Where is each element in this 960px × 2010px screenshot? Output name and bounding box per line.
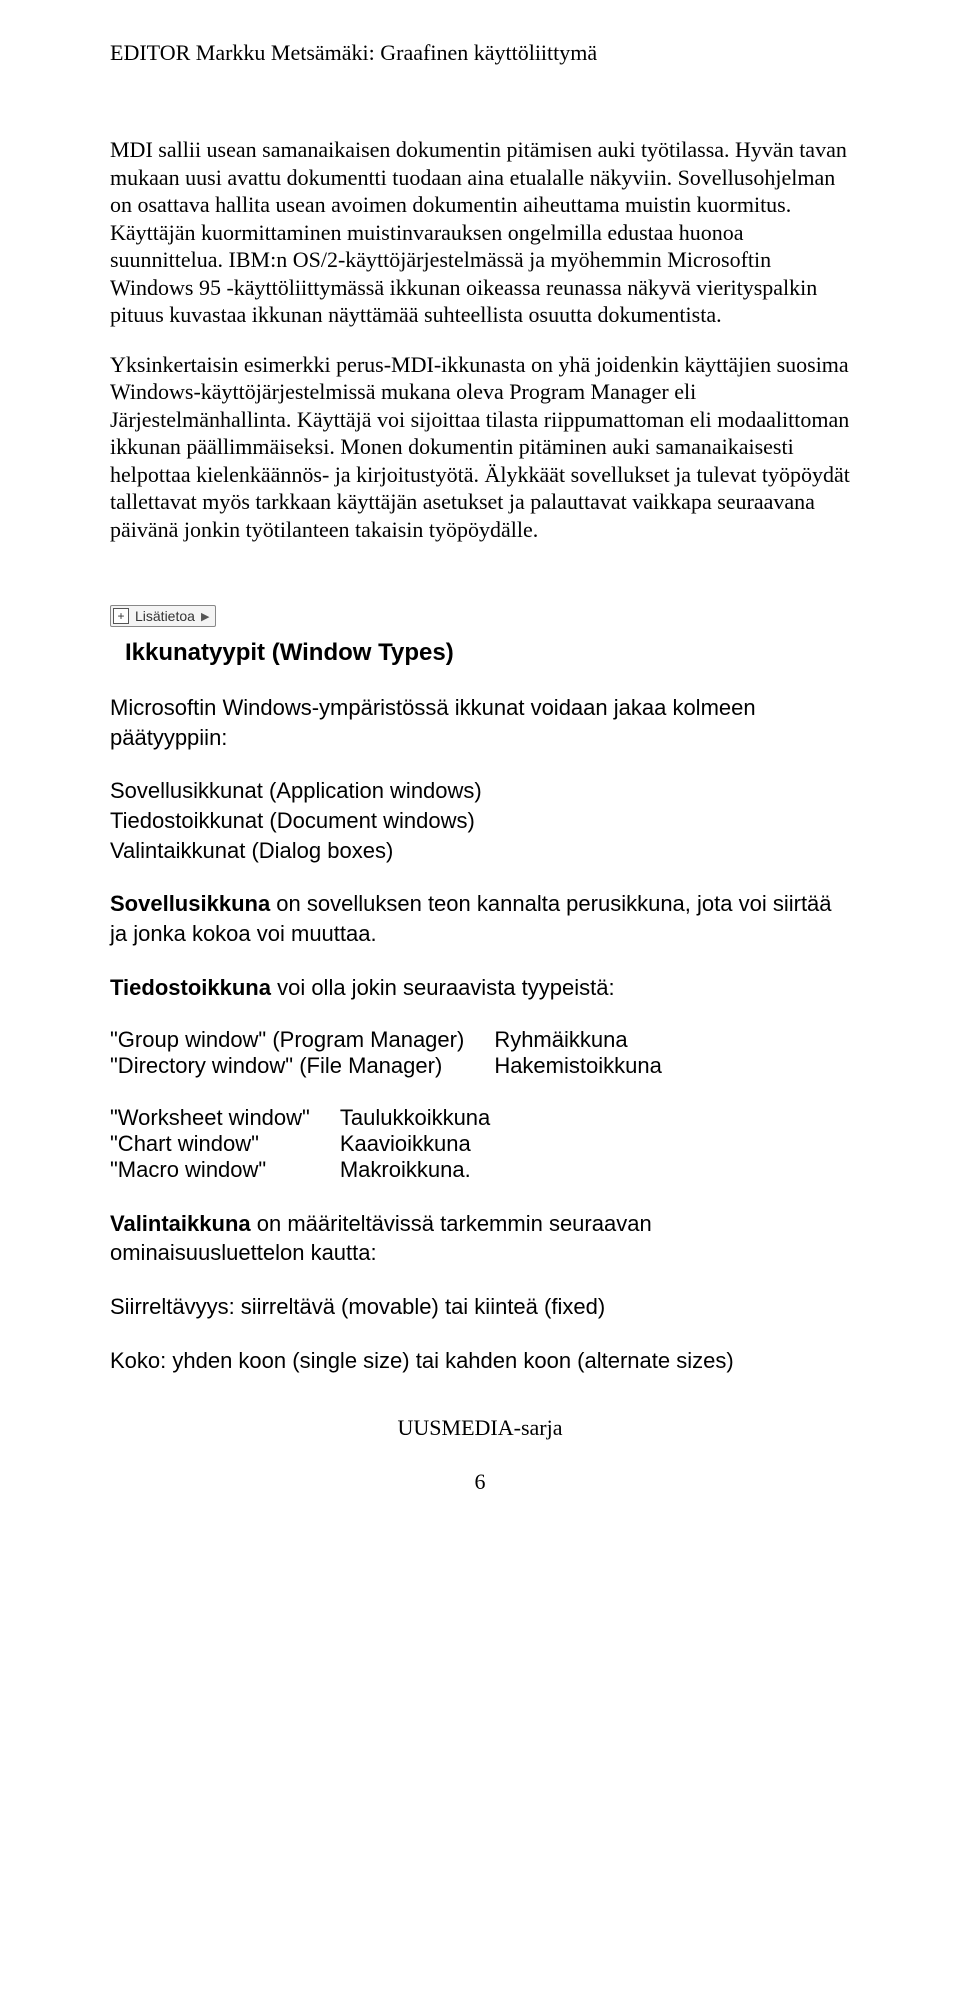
- paragraph-2: Yksinkertaisin esimerkki perus-MDI-ikkun…: [110, 351, 850, 544]
- type-en: "Macro window": [110, 1157, 340, 1183]
- term-rest: voi olla jokin seuraavista tyypeistä:: [271, 975, 615, 1000]
- property-movability: Siirreltävyys: siirreltävä (movable) tai…: [110, 1292, 850, 1322]
- table-row: "Macro window" Makroikkuna.: [110, 1157, 490, 1183]
- list-item: Valintaikkunat (Dialog boxes): [110, 836, 850, 866]
- term-bold: Tiedostoikkuna: [110, 975, 271, 1000]
- more-info-widget[interactable]: + Lisätietoa ▶: [110, 605, 216, 627]
- expand-icon: ▶: [201, 610, 209, 623]
- type-fi: Ryhmäikkuna: [494, 1027, 662, 1053]
- type-en: "Group window" (Program Manager): [110, 1027, 494, 1053]
- sovellusikkuna-desc: Sovellusikkuna on sovelluksen teon kanna…: [110, 889, 850, 948]
- type-en: "Directory window" (File Manager): [110, 1053, 494, 1079]
- type-fi: Kaavioikkuna: [340, 1131, 490, 1157]
- main-type-list: Sovellusikkunat (Application windows) Ti…: [110, 776, 850, 865]
- valintaikkuna-desc: Valintaikkuna on määriteltävissä tarkemm…: [110, 1209, 850, 1268]
- type-en: "Chart window": [110, 1131, 340, 1157]
- property-size: Koko: yhden koon (single size) tai kahde…: [110, 1346, 850, 1376]
- doc-window-types-1: "Group window" (Program Manager) Ryhmäik…: [110, 1027, 662, 1079]
- series-footer: UUSMEDIA-sarja: [110, 1415, 850, 1441]
- page-header: EDITOR Markku Metsämäki: Graafinen käytt…: [110, 40, 850, 66]
- table-row: "Chart window" Kaavioikkuna: [110, 1131, 490, 1157]
- doc-window-types-2: "Worksheet window" Taulukkoikkuna "Chart…: [110, 1105, 490, 1183]
- document-page: EDITOR Markku Metsämäki: Graafinen käytt…: [0, 0, 960, 1525]
- table-row: "Group window" (Program Manager) Ryhmäik…: [110, 1027, 662, 1053]
- tiedostoikkuna-desc: Tiedostoikkuna voi olla jokin seuraavist…: [110, 973, 850, 1003]
- term-bold: Sovellusikkuna: [110, 891, 270, 916]
- term-bold: Valintaikkuna: [110, 1211, 251, 1236]
- table-row: "Worksheet window" Taulukkoikkuna: [110, 1105, 490, 1131]
- section-title: Ikkunatyypit (Window Types): [125, 639, 850, 667]
- type-fi: Hakemistoikkuna: [494, 1053, 662, 1079]
- table-row: "Directory window" (File Manager) Hakemi…: [110, 1053, 662, 1079]
- more-info-label: Lisätietoa: [135, 608, 195, 624]
- type-en: "Worksheet window": [110, 1105, 340, 1131]
- list-item: Sovellusikkunat (Application windows): [110, 776, 850, 806]
- section-intro: Microsoftin Windows-ympäristössä ikkunat…: [110, 693, 850, 752]
- paragraph-1: MDI sallii usean samanaikaisen dokumenti…: [110, 136, 850, 329]
- type-fi: Makroikkuna.: [340, 1157, 490, 1183]
- type-fi: Taulukkoikkuna: [340, 1105, 490, 1131]
- list-item: Tiedostoikkunat (Document windows): [110, 806, 850, 836]
- page-number: 6: [110, 1469, 850, 1495]
- plus-icon: +: [113, 608, 129, 624]
